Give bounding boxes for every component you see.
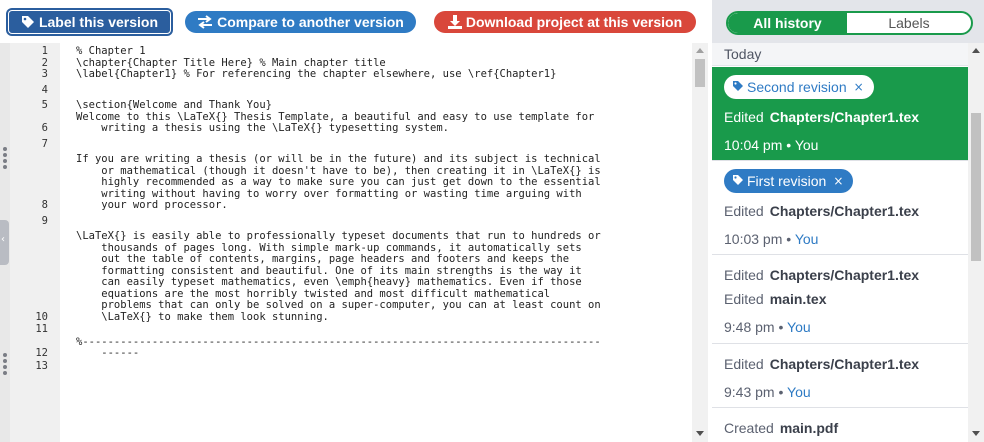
line-number: 1 bbox=[41, 45, 48, 57]
editor-pane: Label this version Compare to another ve… bbox=[0, 0, 708, 442]
entry-user: You bbox=[794, 231, 819, 247]
history-entry[interactable]: Second revision × Edited Chapters/Chapter1.… bbox=[712, 67, 968, 161]
file-path[interactable]: Chapters/Chapter1.tex bbox=[770, 267, 919, 283]
separator-dot: • bbox=[786, 137, 792, 153]
changed-file-row: Edited Chapters/Chapter1.tex bbox=[724, 356, 919, 372]
line-number: 3 bbox=[41, 68, 48, 80]
history-scrollbar[interactable] bbox=[968, 43, 984, 442]
separator-dot: • bbox=[778, 384, 784, 400]
scroll-up-arrow-icon[interactable] bbox=[972, 48, 980, 53]
history-view-toggle: All history Labels bbox=[726, 11, 973, 35]
code-line[interactable]: %---------------------------------------… bbox=[76, 336, 688, 360]
separator-dot: • bbox=[778, 319, 784, 335]
line-number: 7 bbox=[41, 137, 48, 150]
entry-time: 9:43 pm bbox=[724, 384, 775, 400]
compare-version-text: Compare to another version bbox=[217, 14, 404, 30]
entry-user: You bbox=[787, 319, 811, 335]
line-number: 13 bbox=[35, 359, 48, 372]
download-icon bbox=[447, 15, 462, 29]
change-type-text: Edited bbox=[724, 356, 764, 372]
code-editor[interactable]: ‹ % Chapter 1 \chapter{Chapter Title Here… bbox=[0, 43, 708, 442]
compare-version-button[interactable]: Compare to another version bbox=[185, 11, 416, 33]
entry-time: 10:03 pm bbox=[724, 231, 783, 247]
code-line[interactable]: \label{Chapter1} % For referencing the c… bbox=[76, 68, 688, 81]
history-entry[interactable]: First revision × Edited Chapters/Chapter1.t… bbox=[712, 161, 968, 255]
tab-labels[interactable]: Labels bbox=[847, 13, 971, 33]
change-type-text: Edited bbox=[724, 291, 764, 307]
entry-meta: 10:04 pm • You bbox=[724, 137, 818, 153]
change-type-text: Edited bbox=[724, 267, 764, 283]
history-toolbar: Label this version Compare to another ve… bbox=[0, 0, 708, 43]
resize-grip-bottom[interactable] bbox=[3, 353, 7, 377]
remove-label-icon[interactable]: × bbox=[854, 75, 864, 99]
file-path[interactable]: Chapters/Chapter1.tex bbox=[770, 203, 919, 219]
changed-file-row: Edited Chapters/Chapter1.tex bbox=[724, 267, 919, 283]
version-label-text: First revision bbox=[747, 173, 827, 189]
changed-file-row: Created main.pdf bbox=[724, 420, 838, 436]
line-number: 8 bbox=[41, 199, 48, 211]
line-number: 4 bbox=[41, 83, 48, 96]
code-line[interactable]: \section{Welcome and Thank You} bbox=[76, 99, 688, 112]
history-entry[interactable]: Created main.pdf bbox=[712, 408, 968, 442]
line-number: 6 bbox=[41, 122, 48, 134]
tab-all-history[interactable]: All history bbox=[728, 13, 847, 33]
change-type-text: Edited bbox=[724, 203, 764, 219]
scroll-up-arrow-icon[interactable] bbox=[696, 48, 704, 53]
tag-icon bbox=[21, 16, 34, 28]
version-label-badge[interactable]: First revision × bbox=[724, 169, 854, 193]
line-number: 11 bbox=[35, 323, 48, 335]
code-lines[interactable]: % Chapter 1 \chapter{Chapter Title Here} … bbox=[10, 43, 690, 442]
code-line[interactable]: % Chapter 1 bbox=[76, 45, 688, 58]
line-number: 9 bbox=[41, 214, 48, 227]
history-scroll-thumb[interactable] bbox=[971, 113, 981, 261]
entry-user: You bbox=[794, 137, 819, 153]
line-number: 5 bbox=[41, 99, 48, 111]
scroll-down-arrow-icon[interactable] bbox=[972, 431, 980, 436]
code-line[interactable]: \LaTeX{} is easily able to professionall… bbox=[76, 230, 688, 323]
label-version-text: Label this version bbox=[38, 14, 159, 30]
changed-file-row: Edited main.tex bbox=[724, 291, 827, 307]
label-version-button[interactable]: Label this version bbox=[8, 10, 171, 34]
entry-user: You bbox=[787, 384, 811, 400]
file-path[interactable]: Chapters/Chapter1.tex bbox=[770, 356, 919, 372]
download-project-text: Download project at this version bbox=[465, 14, 683, 30]
code-line[interactable]: If you are writing a thesis (or will be … bbox=[76, 153, 688, 212]
editor-scroll-thumb[interactable] bbox=[695, 59, 705, 87]
separator-dot: • bbox=[786, 231, 792, 247]
scroll-down-arrow-icon[interactable] bbox=[696, 431, 704, 436]
history-entry[interactable]: Edited Chapters/Chapter1.tex 9:43 pm • You bbox=[712, 344, 968, 408]
entry-meta: 10:03 pm • You bbox=[724, 231, 818, 247]
tag-icon bbox=[733, 175, 743, 185]
version-label-text: Second revision bbox=[747, 79, 847, 95]
line-number: 10 bbox=[35, 310, 48, 323]
file-path[interactable]: main.tex bbox=[770, 291, 827, 307]
remove-label-icon[interactable]: × bbox=[833, 169, 843, 193]
changed-file-row: Edited Chapters/Chapter1.tex bbox=[724, 203, 919, 219]
editor-scrollbar[interactable] bbox=[692, 43, 708, 442]
changed-file-row: Edited Chapters/Chapter1.tex bbox=[724, 109, 919, 125]
entry-meta: 9:43 pm • You bbox=[724, 384, 811, 400]
change-type-text: Created bbox=[724, 420, 774, 436]
entry-meta: 9:48 pm • You bbox=[724, 319, 811, 335]
entry-time: 10:04 pm bbox=[724, 137, 783, 153]
entry-time: 9:48 pm bbox=[724, 319, 775, 335]
line-number: 2 bbox=[41, 56, 48, 69]
file-path[interactable]: main.pdf bbox=[780, 420, 838, 436]
file-path[interactable]: Chapters/Chapter1.tex bbox=[770, 109, 919, 125]
swap-arrows-icon bbox=[198, 15, 213, 29]
version-label-badge[interactable]: Second revision × bbox=[724, 75, 874, 99]
tag-icon bbox=[733, 81, 743, 91]
code-line[interactable]: Welcome to this \LaTeX{} Thesis Template… bbox=[76, 111, 688, 135]
download-project-button[interactable]: Download project at this version bbox=[434, 11, 696, 33]
resize-grip-top[interactable] bbox=[3, 147, 7, 171]
line-number: 12 bbox=[35, 347, 48, 359]
change-type-text: Edited bbox=[724, 109, 764, 125]
history-list: Today Second revision × Edited Chapters/Cha… bbox=[712, 43, 968, 442]
day-header: Today bbox=[712, 43, 968, 66]
history-panel: All history Labels Today Second revision… bbox=[712, 0, 984, 442]
chevron-left-icon: ‹ bbox=[1, 234, 5, 245]
history-entry[interactable]: Edited Chapters/Chapter1.tex Edited main.te… bbox=[712, 255, 968, 344]
